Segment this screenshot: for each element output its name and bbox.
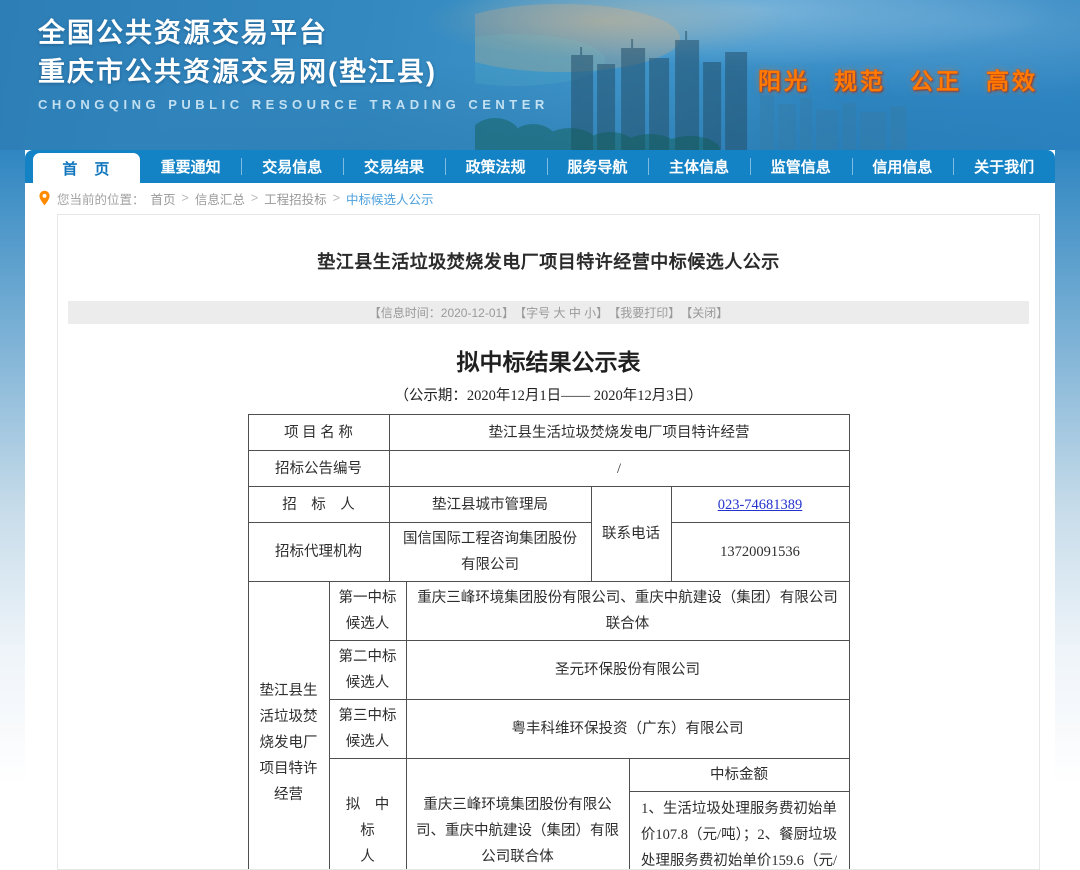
award-amount-detail: 1、生活垃圾处理服务费初始单价107.8（元/吨）；2、餐厨垃圾处理服务费初始单…	[629, 792, 849, 870]
proposed-winner-name: 重庆三峰环境集团股份有限公司、重庆中航建设（集团）有限公司联合体	[406, 759, 629, 870]
header-slogan: 阳光 规范 公正 高效	[758, 62, 1038, 96]
proposed-winner-label: 拟 中 标 人	[329, 759, 406, 870]
breadcrumb: 您当前的位置： 首页 > 信息汇总 > 工程招投标 > 中标候选人公示	[25, 183, 1055, 213]
site-branding: 全国公共资源交易平台 重庆市公共资源交易网(垫江县) CHONGQING PUB…	[38, 14, 549, 112]
location-pin-icon	[38, 190, 51, 206]
breadcrumb-separator: >	[333, 191, 340, 205]
table-row: 拟 中 标 人 重庆三峰环境集团股份有限公司、重庆中航建设（集团）有限公司联合体…	[248, 759, 849, 792]
breadcrumb-prefix: 您当前的位置：	[57, 189, 145, 208]
award-amount-label: 中标金额	[629, 759, 849, 792]
nav-tab-about-us[interactable]: 关于我们	[953, 150, 1055, 183]
slogan-word: 高效	[986, 62, 1038, 96]
breadcrumb-item-current[interactable]: 中标候选人公示	[346, 189, 434, 208]
breadcrumb-item-home[interactable]: 首页	[151, 189, 176, 208]
candidate-1-label: 第一中标候选人	[329, 582, 406, 641]
tenderer-phone-link[interactable]: 023-74681389	[718, 497, 803, 513]
notice-number-value: /	[389, 451, 849, 487]
site-title-line2: 重庆市公共资源交易网(垫江县)	[38, 53, 549, 92]
font-size-controls[interactable]: 【字号 大 中 小】	[514, 304, 608, 321]
nav-tab-credit-info[interactable]: 信用信息	[852, 150, 954, 183]
candidate-2-name: 圣元环保股份有限公司	[406, 641, 849, 700]
candidate-1-name: 重庆三峰环境集团股份有限公司、重庆中航建设（集团）有限公司联合体	[406, 582, 849, 641]
tenderer-value: 垫江县城市管理局	[389, 487, 591, 523]
article-meta-bar: 【信息时间：2020-12-01】 【字号 大 中 小】 【我要打印】 【关闭】	[68, 301, 1029, 324]
nav-tab-important-notices[interactable]: 重要通知	[140, 150, 242, 183]
nav-tab-home[interactable]: 首 页	[33, 153, 140, 183]
tenderer-label: 招 标 人	[248, 487, 389, 523]
nav-tab-trade-results[interactable]: 交易结果	[343, 150, 445, 183]
slogan-word: 公正	[910, 62, 962, 96]
candidate-3-label: 第三中标候选人	[329, 700, 406, 759]
result-table-title: 拟中标结果公示表	[58, 343, 1039, 377]
candidate-2-label: 第二中标候选人	[329, 641, 406, 700]
slogan-word: 规范	[834, 62, 886, 96]
article-panel: 垫江县生活垃圾焚烧发电厂项目特许经营中标候选人公示 【信息时间：2020-12-…	[57, 214, 1040, 870]
info-time: 【信息时间：2020-12-01】	[369, 304, 514, 321]
nav-tab-policies[interactable]: 政策法规	[445, 150, 547, 183]
site-title-line1: 全国公共资源交易平台	[38, 14, 549, 53]
project-group-label: 垫江县生活垃圾焚烧发电厂项目特许经营	[248, 582, 329, 870]
project-name-label: 项 目 名 称	[248, 415, 389, 451]
candidate-3-name: 粤丰科维环保投资（广东）有限公司	[406, 700, 849, 759]
breadcrumb-separator: >	[182, 191, 189, 205]
notice-number-label: 招标公告编号	[248, 451, 389, 487]
table-row: 招 标 人 垫江县城市管理局 联系电话 023-74681389	[248, 487, 849, 523]
agency-label: 招标代理机构	[248, 523, 389, 582]
bid-info-table-lower: 垫江县生活垃圾焚烧发电厂项目特许经营 第一中标候选人 重庆三峰环境集团股份有限公…	[248, 581, 850, 870]
close-button[interactable]: 【关闭】	[680, 304, 728, 321]
table-row: 第三中标候选人 粤丰科维环保投资（广东）有限公司	[248, 700, 849, 759]
slogan-word: 阳光	[758, 62, 810, 96]
nav-tab-entity-info[interactable]: 主体信息	[648, 150, 750, 183]
table-row: 第二中标候选人 圣元环保股份有限公司	[248, 641, 849, 700]
article-title: 垫江县生活垃圾焚烧发电厂项目特许经营中标候选人公示	[58, 248, 1039, 274]
nav-tab-supervision-info[interactable]: 监管信息	[750, 150, 852, 183]
site-subtitle-en: CHONGQING PUBLIC RESOURCE TRADING CENTER	[38, 97, 549, 112]
bid-info-table-upper: 项 目 名 称 垫江县生活垃圾焚烧发电厂项目特许经营 招标公告编号 / 招 标 …	[248, 414, 850, 582]
nav-tab-service-guide[interactable]: 服务导航	[547, 150, 649, 183]
print-button[interactable]: 【我要打印】	[608, 304, 680, 321]
agency-phone-value: 13720091536	[671, 523, 849, 582]
table-row: 招标公告编号 /	[248, 451, 849, 487]
tenderer-phone-cell: 023-74681389	[671, 487, 849, 523]
contact-phone-label: 联系电话	[591, 487, 671, 582]
agency-value: 国信国际工程咨询集团股份有限公司	[389, 523, 591, 582]
breadcrumb-item-info-summary[interactable]: 信息汇总	[195, 189, 245, 208]
content-wrapper: 首 页 重要通知 交易信息 交易结果 政策法规 服务导航 主体信息 监管信息 信…	[25, 150, 1055, 842]
site-header: 全国公共资源交易平台 重庆市公共资源交易网(垫江县) CHONGQING PUB…	[0, 0, 1080, 150]
breadcrumb-item-engineering-bidding[interactable]: 工程招投标	[264, 189, 327, 208]
table-row: 项 目 名 称 垫江县生活垃圾焚烧发电厂项目特许经营	[248, 415, 849, 451]
nav-tab-trade-info[interactable]: 交易信息	[241, 150, 343, 183]
publicity-period: （公示期：2020年12月1日—— 2020年12月3日）	[58, 384, 1039, 405]
table-row: 垫江县生活垃圾焚烧发电厂项目特许经营 第一中标候选人 重庆三峰环境集团股份有限公…	[248, 582, 849, 641]
project-name-value: 垫江县生活垃圾焚烧发电厂项目特许经营	[389, 415, 849, 451]
main-navigation: 首 页 重要通知 交易信息 交易结果 政策法规 服务导航 主体信息 监管信息 信…	[25, 150, 1055, 183]
table-row: 招标代理机构 国信国际工程咨询集团股份有限公司 13720091536	[248, 523, 849, 582]
breadcrumb-separator: >	[251, 191, 258, 205]
